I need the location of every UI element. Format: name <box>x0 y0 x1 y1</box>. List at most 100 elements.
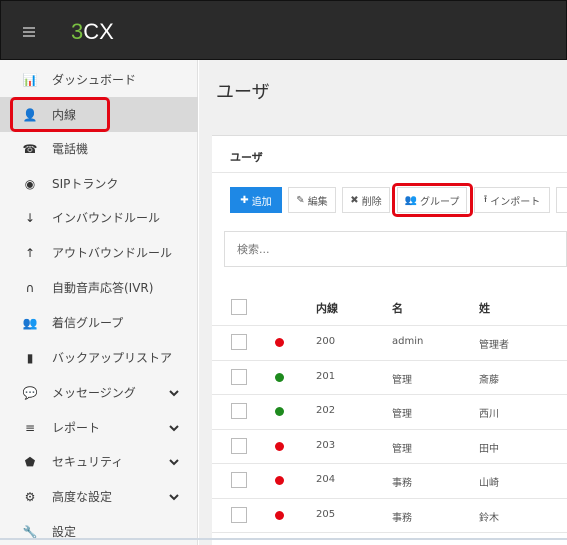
import-label: インポート <box>490 196 541 208</box>
sidebar-item-label: セキュリティ <box>52 455 124 469</box>
highlight-group-button <box>392 183 473 217</box>
close-icon: ✖ <box>350 194 359 206</box>
cell-first-name: 管理 <box>392 443 412 455</box>
cell-extension: 201 <box>316 370 336 382</box>
add-button[interactable]: ✚ 追加 <box>230 187 282 213</box>
chat-icon: 💬 <box>22 385 38 400</box>
sidebar-item-5[interactable]: ↑ アウトバウンドルール <box>0 235 198 270</box>
sidebar-item-label: メッセージング <box>52 386 136 400</box>
column-header-last-name[interactable]: 姓 <box>479 300 490 316</box>
row-checkbox[interactable] <box>231 403 247 419</box>
database-icon: ▮ <box>26 350 34 365</box>
sidebar-item-10[interactable]: ≡ レポート <box>0 410 198 445</box>
cell-last-name: 管理者 <box>479 340 509 351</box>
sidebar-item-label: アウトバウンドルール <box>52 246 173 260</box>
row-checkbox[interactable] <box>231 368 247 385</box>
cell-first-name: 管理 <box>392 409 412 420</box>
sidebar-item-2[interactable]: ☎ 電話機 <box>0 131 198 166</box>
sidebar-item-label: SIPトランク <box>52 177 119 191</box>
gear-icon: ⚙ <box>24 489 36 504</box>
table-row[interactable]: 205 事務 鈴木 <box>212 497 567 532</box>
add-label: 追加 <box>251 196 272 208</box>
search-input[interactable] <box>224 231 567 267</box>
row-checkbox[interactable] <box>231 506 247 523</box>
status-dot <box>275 407 284 416</box>
row-checkbox[interactable] <box>231 472 247 488</box>
status-dot <box>275 338 284 347</box>
cell-extension: 205 <box>316 508 336 520</box>
cell-extension: 203 <box>316 439 336 451</box>
sidebar-item-4[interactable]: ↓ インバウンドルール <box>0 200 198 235</box>
cell-extension: 202 <box>316 405 336 416</box>
card-divider <box>212 172 567 173</box>
plus-icon: ✚ <box>240 194 249 206</box>
highlight-extension-menu <box>10 97 110 132</box>
delete-button[interactable]: ✖ 削除 <box>342 187 390 213</box>
cell-first-name: admin <box>392 336 424 347</box>
sidebar-item-9[interactable]: 💬 メッセージング <box>0 375 198 410</box>
hamburger-menu-icon[interactable] <box>23 27 35 37</box>
edit-button[interactable]: ✎ 編集 <box>288 187 336 213</box>
delete-label: 削除 <box>361 196 382 208</box>
sidebar-item-13[interactable]: 🔧 設定 <box>0 514 198 545</box>
cell-last-name: 田中 <box>479 443 499 455</box>
sidebar-item-label: レポート <box>52 421 101 435</box>
sidebar-item-label: 高度な設定 <box>52 490 113 504</box>
phone-icon: ☎ <box>22 141 38 156</box>
sidebar-item-3[interactable]: ◉ SIPトランク <box>0 166 198 201</box>
more-button[interactable] <box>556 187 567 213</box>
sidebar-item-label: バックアップリストア <box>52 351 173 365</box>
card-title: ユーザ <box>230 151 263 164</box>
table-row[interactable]: 201 管理 斎藤 <box>212 359 567 394</box>
page-title: ユーザ <box>216 82 270 103</box>
arrow-down-icon: ↓ <box>24 210 36 225</box>
chevron-down-icon[interactable] <box>168 387 180 399</box>
sidebar-item-label: 電話機 <box>52 142 89 156</box>
logo[interactable]: 3CX <box>71 19 114 45</box>
select-all-checkbox[interactable] <box>231 299 247 315</box>
status-dot <box>275 372 284 382</box>
column-header-first-name[interactable]: 名 <box>392 300 403 316</box>
sidebar-item-0[interactable]: 📊 ダッシュボード <box>0 62 198 97</box>
cell-first-name: 管理 <box>392 374 412 386</box>
table-row[interactable]: 202 管理 西川 <box>212 394 567 428</box>
pencil-icon: ✎ <box>296 194 305 206</box>
column-header-extension[interactable]: 内線 <box>316 300 338 316</box>
cell-last-name: 鈴木 <box>479 512 499 524</box>
window-bottom-edge <box>0 538 567 540</box>
chevron-down-icon[interactable] <box>168 491 180 503</box>
row-checkbox[interactable] <box>231 437 247 454</box>
table-header: 内線 名 姓 <box>212 291 567 325</box>
top-bar: 3CX <box>0 0 567 60</box>
sidebar-item-8[interactable]: ▮ バックアップリストア <box>0 340 198 375</box>
sidebar-item-7[interactable]: 👥 着信グループ <box>0 305 198 340</box>
table-row[interactable]: 204 事務 山崎 <box>212 463 567 497</box>
status-dot <box>275 441 284 451</box>
import-button[interactable]: ⭱ インポート <box>474 187 550 213</box>
list-icon: ≡ <box>24 420 36 435</box>
sidebar-item-label: ダッシュボード <box>52 73 137 87</box>
headset-icon: ∩ <box>25 280 35 295</box>
shield-icon: ⬟ <box>24 454 36 469</box>
chevron-down-icon[interactable] <box>168 456 180 468</box>
group-icon: 👥 <box>22 315 38 330</box>
chevron-down-icon[interactable] <box>168 422 180 434</box>
arrow-up-icon: ↑ <box>24 245 36 260</box>
row-checkbox[interactable] <box>231 334 247 350</box>
sidebar-item-11[interactable]: ⬟ セキュリティ <box>0 444 198 479</box>
cell-last-name: 西川 <box>479 409 499 420</box>
status-dot <box>275 476 284 485</box>
sidebar-item-12[interactable]: ⚙ 高度な設定 <box>0 479 198 514</box>
globe-icon: ◉ <box>24 176 36 191</box>
cell-extension: 200 <box>316 336 336 347</box>
sidebar-item-label: インバウンドルール <box>52 211 161 225</box>
table-row[interactable]: 203 管理 田中 <box>212 428 567 463</box>
status-dot <box>275 510 284 520</box>
cell-last-name: 斎藤 <box>479 374 499 386</box>
table-row-partial <box>212 532 567 536</box>
table-row[interactable]: 200 admin 管理者 <box>212 325 567 359</box>
sidebar-item-label: 自動音声応答(IVR) <box>52 281 154 295</box>
edit-label: 編集 <box>307 196 328 208</box>
sidebar-item-label: 着信グループ <box>52 316 124 330</box>
sidebar-item-6[interactable]: ∩ 自動音声応答(IVR) <box>0 270 198 305</box>
